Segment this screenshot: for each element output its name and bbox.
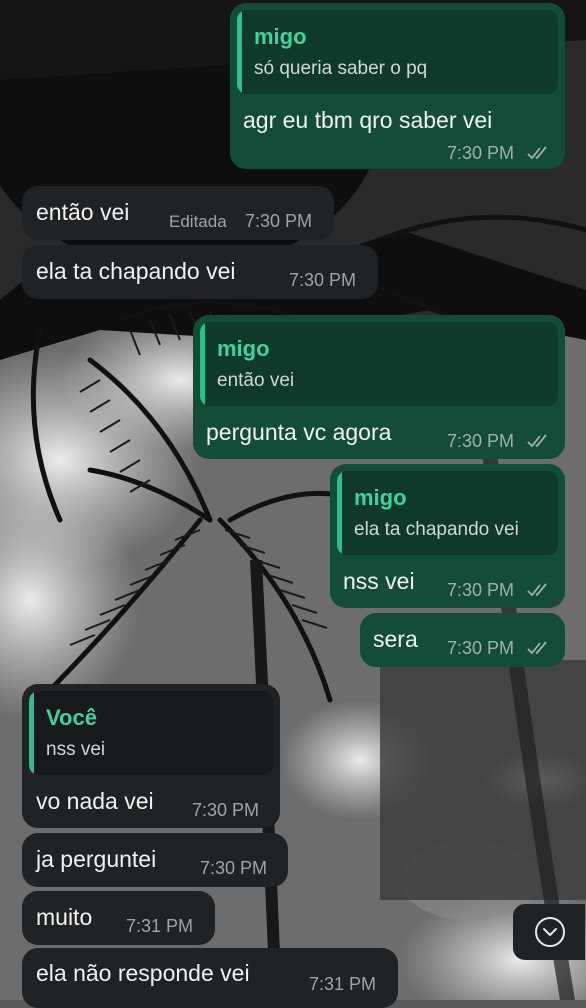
quoted-author: Você bbox=[46, 705, 97, 730]
message-bubble-incoming[interactable]: ela ta chapando vei 7:30 PM bbox=[22, 245, 378, 299]
message-bubble-outgoing[interactable]: sera 7:30 PM bbox=[360, 613, 565, 667]
message-bubble-incoming[interactable]: ja perguntei 7:30 PM bbox=[22, 833, 288, 887]
message-text: sera bbox=[373, 626, 418, 652]
message-bubble-incoming[interactable]: ela não responde vei 7:31 PM bbox=[22, 948, 398, 1008]
message-text: ela ta chapando vei bbox=[36, 258, 236, 284]
message-time: 7:30 PM bbox=[200, 858, 268, 878]
message-bubble-incoming[interactable]: Você nss vei vo nada vei 7:30 PM bbox=[22, 684, 280, 828]
message-time: 7:30 PM bbox=[447, 580, 515, 600]
message-time: 7:30 PM bbox=[192, 800, 260, 820]
double-check-icon bbox=[527, 146, 547, 160]
quoted-message[interactable]: migo então vei bbox=[200, 322, 558, 406]
message-text: ja perguntei bbox=[36, 846, 157, 872]
message-time: 7:30 PM bbox=[447, 431, 515, 451]
chevron-down-circle-icon bbox=[535, 917, 565, 947]
quoted-message[interactable]: migo ela ta chapando vei bbox=[337, 471, 558, 555]
message-text: pergunta vc agora bbox=[206, 419, 392, 445]
message-bubble-incoming[interactable]: então vei Editada 7:30 PM bbox=[22, 186, 334, 240]
message-time: 7:31 PM bbox=[126, 916, 194, 936]
message-bubble-outgoing[interactable]: migo então vei pergunta vc agora 7:30 PM bbox=[193, 315, 565, 459]
message-text: nss vei bbox=[343, 568, 415, 594]
quoted-text: então vei bbox=[217, 370, 295, 391]
quoted-text: nss vei bbox=[46, 739, 106, 760]
message-text: então vei bbox=[36, 199, 130, 225]
edited-label: Editada bbox=[169, 212, 227, 231]
double-check-icon bbox=[527, 641, 547, 655]
message-time: 7:30 PM bbox=[447, 143, 515, 163]
message-text: ela não responde vei bbox=[36, 960, 250, 986]
quoted-message[interactable]: Você nss vei bbox=[29, 691, 273, 775]
message-text: muito bbox=[36, 904, 93, 930]
quoted-author: migo bbox=[254, 24, 307, 49]
message-time: 7:30 PM bbox=[447, 638, 515, 658]
message-time: 7:30 PM bbox=[289, 270, 357, 290]
message-time: 7:30 PM bbox=[245, 211, 313, 231]
message-bubble-outgoing[interactable]: migo ela ta chapando vei nss vei 7:30 PM bbox=[330, 464, 565, 608]
quoted-author: migo bbox=[354, 485, 407, 510]
quoted-text: só queria saber o pq bbox=[254, 58, 428, 79]
quoted-message[interactable]: migo só queria saber o pq bbox=[237, 10, 558, 94]
message-text: agr eu tbm qro saber vei bbox=[243, 107, 493, 133]
message-bubble-outgoing[interactable]: migo só queria saber o pq agr eu tbm qro… bbox=[230, 3, 565, 169]
scroll-to-bottom-button[interactable] bbox=[513, 904, 585, 960]
message-text: vo nada vei bbox=[36, 788, 154, 814]
quoted-text: ela ta chapando vei bbox=[354, 519, 519, 540]
double-check-icon bbox=[527, 434, 547, 448]
message-time: 7:31 PM bbox=[309, 974, 377, 994]
quoted-author: migo bbox=[217, 336, 270, 361]
message-bubble-incoming[interactable]: muito 7:31 PM bbox=[22, 891, 215, 945]
double-check-icon bbox=[527, 583, 547, 597]
